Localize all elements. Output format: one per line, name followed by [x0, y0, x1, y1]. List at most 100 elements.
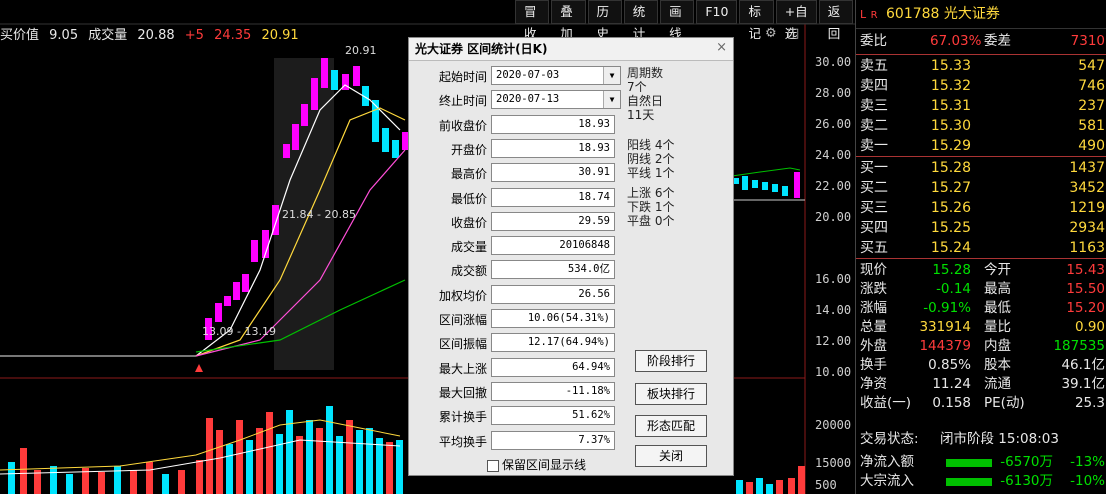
- bid-row: 买二 15.27 3452: [856, 179, 1106, 198]
- volume-bar: [316, 428, 323, 494]
- toolbar-btn-4[interactable]: 画线: [660, 0, 695, 41]
- dropdown-arrow-icon[interactable]: ▼: [603, 67, 620, 84]
- volume-bar: [226, 444, 233, 494]
- volume-bar: [296, 436, 303, 494]
- sector-rank-button[interactable]: 板块排行: [635, 383, 707, 405]
- quote-stat-l2: 今开: [984, 262, 1011, 278]
- stat-row: 总量 331914 量比 0.90: [856, 318, 1106, 337]
- volume-bar: [20, 448, 27, 494]
- ratio-label: 委比: [860, 33, 887, 49]
- toolbar-btn-1[interactable]: 叠加: [551, 0, 586, 41]
- chart-info-bar: 买价值 9.05 成交量 20.88 +5 24.35 20.91: [0, 24, 305, 43]
- stat-label: 加权均价: [438, 288, 487, 303]
- stat-value-text: 7.37%: [578, 433, 610, 446]
- quote-stat-v2: 187535: [1053, 338, 1105, 354]
- diff-value: 7310: [1070, 33, 1105, 49]
- candle-body: [292, 124, 299, 150]
- ask-vol: 490: [1078, 138, 1105, 154]
- divider: [856, 258, 1106, 259]
- candle-body: [311, 78, 318, 110]
- quote-stat-v2: 0.90: [1074, 319, 1105, 335]
- quote-stat-l2: 最高: [984, 281, 1011, 297]
- stat-row: 开盘价 18.93: [409, 138, 619, 160]
- dropdown-arrow-icon[interactable]: ▼: [603, 91, 620, 109]
- keep-range-checkbox[interactable]: 保留区间显示线: [487, 456, 586, 473]
- ask-row: 卖四 15.32 746: [856, 77, 1106, 96]
- y-tick: 500: [815, 478, 837, 492]
- candle-body: [224, 296, 231, 306]
- volume-bar: [788, 478, 795, 494]
- flow-bar: [946, 478, 992, 486]
- volume-bar: [396, 440, 403, 494]
- stat-value-text: 64.94%: [572, 360, 610, 373]
- date-select[interactable]: 2020-07-03 ▼: [491, 66, 621, 85]
- date-select[interactable]: 2020-07-13 ▼: [491, 90, 621, 110]
- stat-value: 51.62%: [491, 406, 615, 426]
- volume-bar: [146, 462, 153, 494]
- y-tick: 30.00: [815, 55, 852, 69]
- volume-bar: [98, 472, 105, 494]
- y-tick: 14.00: [815, 303, 852, 317]
- checkbox-box[interactable]: [487, 459, 499, 472]
- volume-bar: [266, 412, 273, 494]
- toolbar-btn-7[interactable]: +自选: [775, 0, 817, 41]
- stat-row: 起始时间 2020-07-03 ▼: [409, 65, 621, 87]
- close-icon[interactable]: ×: [716, 40, 727, 55]
- y-tick: 26.00: [815, 117, 852, 131]
- even-count: 平盘 0个: [627, 214, 675, 228]
- candle-body: [283, 144, 290, 158]
- stat-row: 收盘价 29.59: [409, 211, 619, 233]
- toolbar-btn-5[interactable]: F10: [696, 0, 738, 24]
- l2-badge: L: [860, 8, 867, 21]
- stat-row: 终止时间 2020-07-13 ▼: [409, 89, 621, 111]
- volume-bar: [286, 410, 293, 494]
- stat-value-text: 18.93: [578, 117, 610, 130]
- quote-stat-l1: 涨跌: [860, 281, 887, 297]
- close-button[interactable]: 关闭: [635, 445, 707, 467]
- pattern-match-button[interactable]: 形态匹配: [635, 415, 707, 437]
- toolbar-btn-0[interactable]: 冒收: [515, 0, 550, 41]
- stat-value: 18.93: [491, 138, 615, 158]
- ask-vol: 581: [1078, 118, 1105, 134]
- volume-bar: [798, 466, 805, 494]
- stage-rank-button[interactable]: 阶段排行: [635, 350, 707, 372]
- quote-stat-v2: 15.50: [1066, 281, 1105, 297]
- candle-body: [752, 180, 758, 188]
- ask-vol: 746: [1078, 78, 1105, 94]
- quote-stat-v1: -0.91%: [923, 300, 971, 316]
- bid-name: 买四: [860, 220, 888, 236]
- quote-stat-v2: 46.1亿: [1061, 357, 1105, 373]
- toolbar-btn-3[interactable]: 统计: [623, 0, 659, 41]
- quote-stat-l1: 换手: [860, 357, 887, 373]
- bid-name: 买一: [860, 160, 888, 176]
- fund-flow-row: 净流入额 -6570万 -13%: [856, 453, 1106, 472]
- stat-row: 成交量 20106848: [409, 235, 619, 257]
- yin-count: 阴线 2个: [627, 152, 675, 166]
- bid-price: 15.25: [930, 220, 971, 236]
- toolbar-btn-2[interactable]: 历史: [587, 0, 622, 41]
- bid-row: 买四 15.25 2934: [856, 219, 1106, 238]
- toolbar-btn-8[interactable]: 返回: [818, 0, 854, 41]
- candle-body: [242, 274, 249, 292]
- stock-name: 光大证券: [943, 6, 1000, 22]
- toolbar-btn-6[interactable]: 标记: [739, 0, 774, 41]
- ask-row: 卖二 15.30 581: [856, 117, 1106, 136]
- stat-value: 10.06(54.31%): [491, 309, 615, 328]
- y-tick: 20.00: [815, 210, 852, 224]
- volume-bar: [336, 436, 343, 494]
- settings-icon[interactable]: ⚙: [765, 26, 777, 41]
- volume-bar: [162, 474, 169, 494]
- chart-toolbar: 冒收 叠加 历史 统计 画线 F10 标记 +自选 返回: [515, 0, 855, 41]
- volume-bar: [376, 438, 383, 494]
- volume-bar: [366, 428, 373, 494]
- checkbox-label: 保留区间显示线: [502, 458, 587, 472]
- volume-bar: [276, 434, 283, 494]
- ask-price: 15.32: [930, 78, 971, 94]
- volume-bar: [256, 428, 263, 494]
- volume-bar: [736, 480, 743, 494]
- fall-count: 下跌 1个: [627, 200, 675, 214]
- period-count-value: 7个: [627, 80, 647, 94]
- buy-price-label: 买价值: [0, 28, 40, 43]
- flow-pct: -13%: [1070, 454, 1105, 470]
- restore-icon[interactable]: ◫: [787, 26, 799, 41]
